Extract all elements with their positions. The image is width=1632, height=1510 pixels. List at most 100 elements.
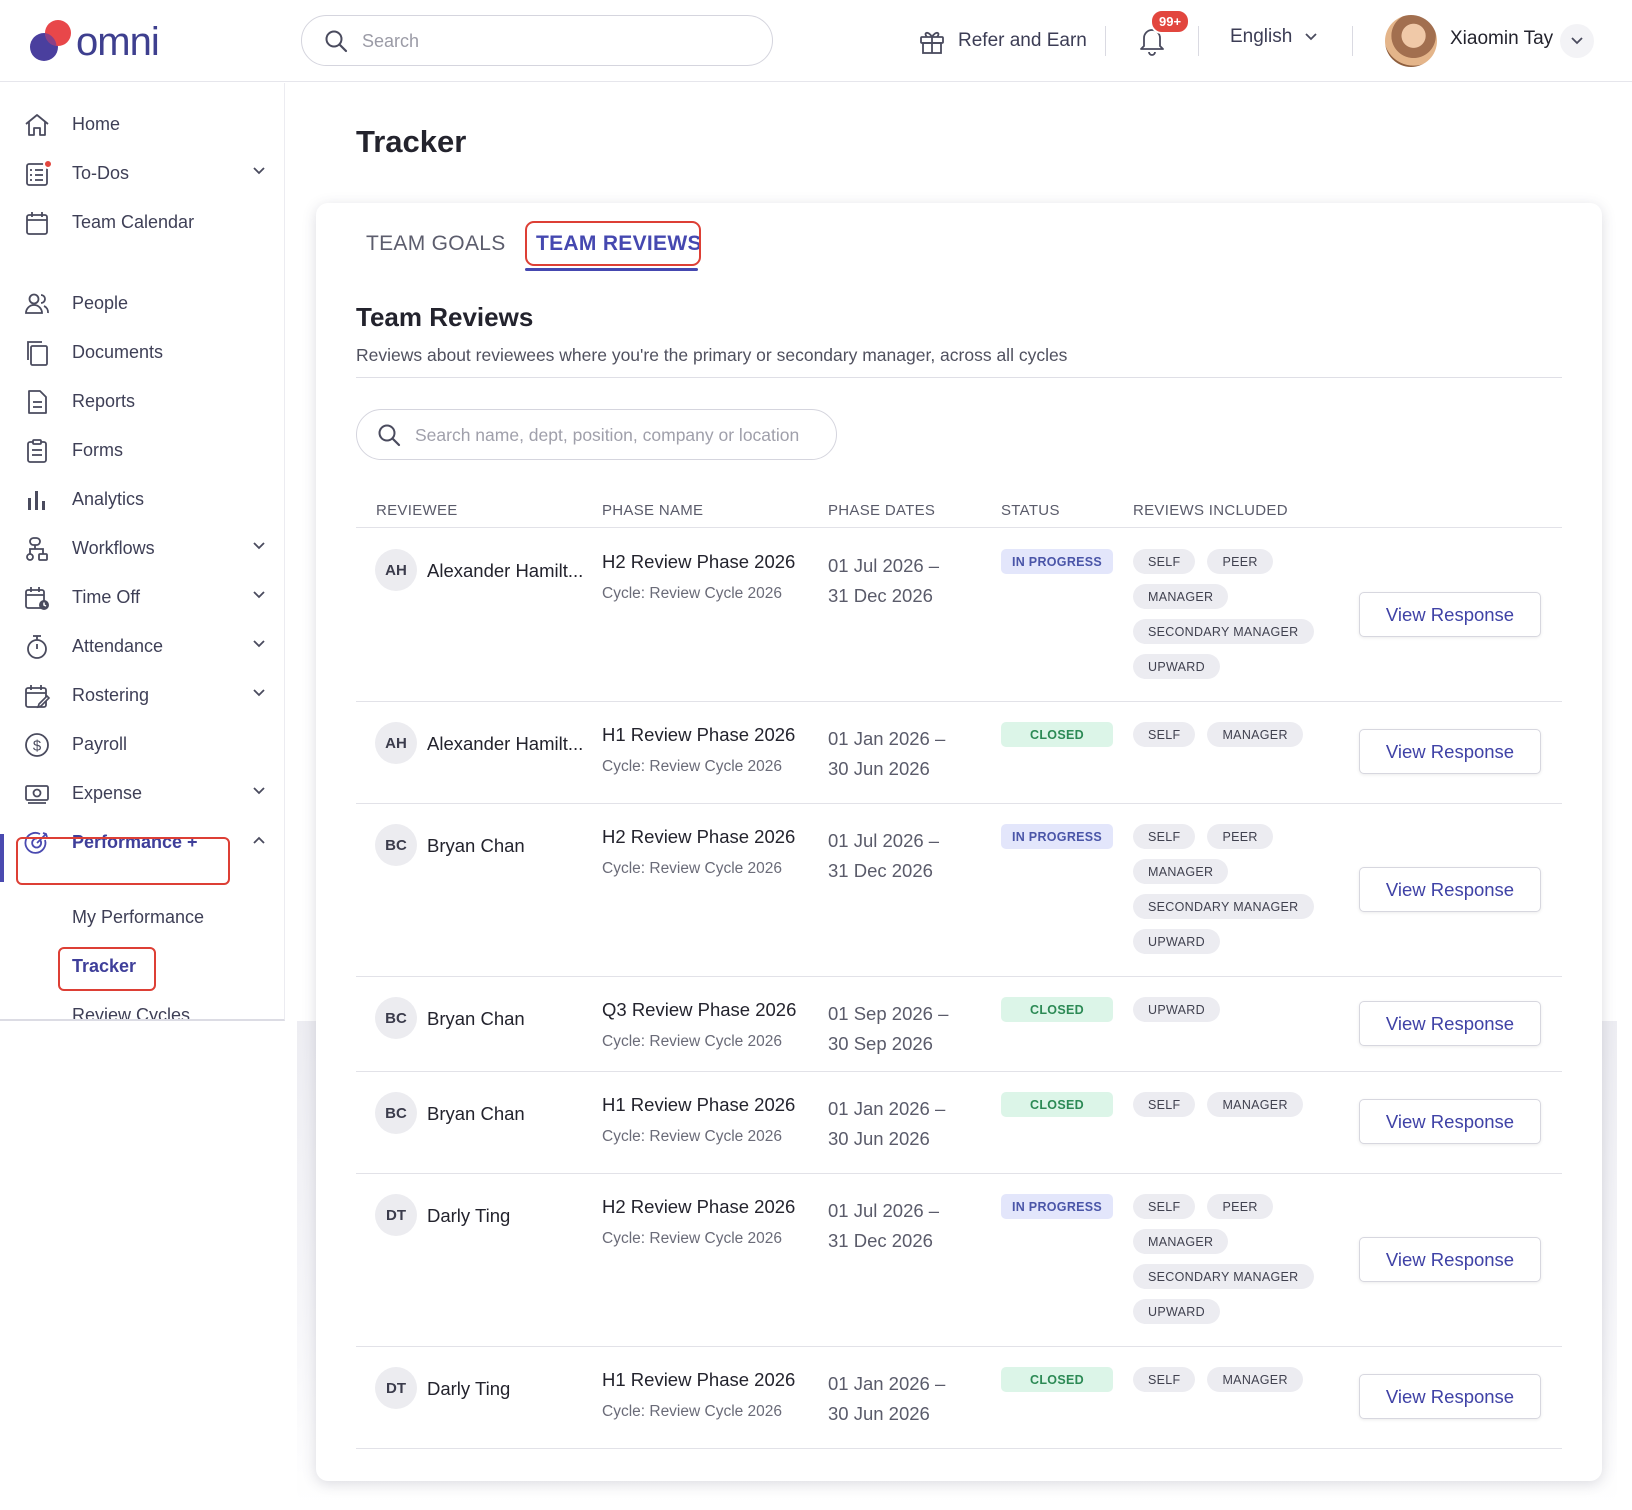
refer-label: Refer and Earn	[958, 30, 1087, 51]
sidebar-subitem-my-performance[interactable]: My Performance	[72, 907, 204, 928]
sidebar-item-label: Team Calendar	[72, 212, 195, 232]
reviewee-name: Darly Ting	[427, 1205, 511, 1226]
reviewee-name: Bryan Chan	[427, 835, 525, 856]
cycle-name: Cycle: Review Cycle 2026	[602, 860, 783, 877]
sidebar-item-reports[interactable]: Reports	[0, 378, 284, 424]
phase-end-date: 30 Jun 2026	[828, 1403, 930, 1424]
sidebar-item-attendance[interactable]: Attendance	[0, 623, 284, 669]
reviewee-avatar: DT	[375, 1194, 417, 1236]
reviewee-search-input[interactable]	[415, 422, 815, 448]
review-type-tag: UPWARD	[1133, 997, 1220, 1022]
sidebar-item-home[interactable]: Home	[0, 101, 284, 147]
sidebar-item-label: Workflows	[72, 538, 155, 558]
sidebar-item-forms[interactable]: Forms	[0, 427, 284, 473]
review-type-tag: MANAGER	[1207, 1367, 1303, 1392]
reviews-included-tags: SELF MANAGER	[1133, 722, 1333, 747]
refer-and-earn-button[interactable]: Refer and Earn	[918, 24, 1087, 58]
status-badge: CLOSED	[1001, 1367, 1113, 1392]
cycle-name: Cycle: Review Cycle 2026	[602, 758, 783, 775]
cycle-name: Cycle: Review Cycle 2026	[602, 1230, 783, 1247]
phase-name: H2 Review Phase 2026	[602, 826, 796, 847]
reviewee-name: Darly Ting	[427, 1378, 511, 1399]
highlight-team-reviews-tab	[525, 221, 701, 266]
review-type-tag: SELF	[1133, 1194, 1196, 1219]
phase-name: Q3 Review Phase 2026	[602, 999, 797, 1020]
calendar-clock-icon	[25, 587, 49, 610]
user-menu-toggle[interactable]	[1560, 24, 1594, 58]
chevron-down-icon	[253, 787, 265, 795]
sidebar-item-label: Forms	[72, 440, 123, 460]
sidebar-item-label: To-Dos	[72, 163, 130, 183]
sidebar-subitem-review-cycles[interactable]: Review Cycles	[72, 1005, 190, 1019]
sidebar-item-time-off[interactable]: Time Off	[0, 574, 284, 620]
notification-count-badge: 99+	[1150, 9, 1191, 34]
review-type-tag: SECONDARY MANAGER	[1133, 894, 1314, 919]
review-type-tag: UPWARD	[1133, 929, 1220, 954]
tab-team-goals[interactable]: TEAM GOALS	[366, 232, 506, 256]
view-response-button[interactable]: View Response	[1359, 1001, 1541, 1046]
reviewee-avatar: BC	[375, 824, 417, 866]
view-response-button[interactable]: View Response	[1359, 1237, 1541, 1282]
review-type-tag: MANAGER	[1133, 859, 1229, 884]
status-badge: IN PROGRESS	[1001, 824, 1113, 849]
row-divider	[356, 1448, 1562, 1449]
sidebar-item-analytics[interactable]: Analytics	[0, 476, 284, 522]
column-header-phase-name: PHASE NAME	[602, 502, 704, 519]
sidebar-item-label: Reports	[72, 391, 136, 411]
user-avatar[interactable]	[1385, 15, 1437, 67]
review-type-tag: SELF	[1133, 722, 1196, 747]
reviews-included-tags: SELF PEER MANAGER SECONDARY MANAGER UPWARD	[1133, 549, 1333, 679]
reviewee-search[interactable]	[356, 409, 837, 460]
omni-logo[interactable]: omni	[28, 18, 178, 64]
sidebar-item-rostering[interactable]: Rostering	[0, 672, 284, 718]
status-badge: CLOSED	[1001, 997, 1113, 1022]
review-type-tag: MANAGER	[1133, 1229, 1229, 1254]
sidebar-item-payroll[interactable]: $ Payroll	[0, 721, 284, 767]
phase-start-date: 01 Jul 2026 –	[828, 830, 940, 851]
documents-icon	[27, 341, 48, 366]
review-type-tag: UPWARD	[1133, 1299, 1220, 1324]
view-response-button[interactable]: View Response	[1359, 592, 1541, 637]
workflow-icon	[26, 537, 48, 561]
view-response-button[interactable]: View Response	[1359, 729, 1541, 774]
view-response-button[interactable]: View Response	[1359, 1374, 1541, 1419]
phase-name: H2 Review Phase 2026	[602, 1196, 796, 1217]
reviewee-avatar: DT	[375, 1367, 417, 1409]
reviews-included-tags: SELF MANAGER	[1133, 1367, 1333, 1392]
reviews-included-tags: SELF PEER MANAGER SECONDARY MANAGER UPWARD	[1133, 824, 1333, 954]
review-type-tag: PEER	[1207, 824, 1273, 849]
chevron-down-icon	[253, 640, 265, 648]
section-divider	[356, 377, 1562, 378]
sidebar-item-todos[interactable]: To-Dos	[0, 150, 284, 196]
chevron-down-icon	[253, 167, 265, 175]
sidebar-item-documents[interactable]: Documents	[0, 329, 284, 375]
sidebar-item-team-calendar[interactable]: Team Calendar	[0, 199, 284, 245]
header-divider	[1198, 26, 1199, 56]
review-type-tag: MANAGER	[1207, 1092, 1303, 1117]
sidebar-item-label: Home	[72, 114, 121, 134]
header-divider	[1105, 26, 1106, 56]
dollar-icon: $	[25, 733, 49, 757]
section-description: Reviews about reviewees where you're the…	[356, 345, 1068, 365]
phase-end-date: 31 Dec 2026	[828, 860, 933, 881]
phase-start-date: 01 Jul 2026 –	[828, 555, 940, 576]
phase-dates: 01 Jan 2026 – 30 Jun 2026	[828, 724, 945, 784]
status-badge: CLOSED	[1001, 722, 1113, 747]
global-search[interactable]	[301, 15, 773, 66]
active-tab-underline	[525, 268, 698, 271]
brand-name: omni	[76, 20, 160, 64]
view-response-button[interactable]: View Response	[1359, 867, 1541, 912]
view-response-button[interactable]: View Response	[1359, 1099, 1541, 1144]
sidebar-item-people[interactable]: People	[0, 280, 284, 326]
home-icon	[25, 114, 49, 136]
global-search-input[interactable]	[362, 28, 742, 54]
phase-dates: 01 Jul 2026 – 31 Dec 2026	[828, 551, 939, 611]
language-selector[interactable]: English	[1230, 26, 1318, 48]
sidebar-item-label: Expense	[72, 783, 143, 803]
sidebar-item-workflows[interactable]: Workflows	[0, 525, 284, 571]
phase-dates: 01 Jan 2026 – 30 Jun 2026	[828, 1094, 945, 1154]
phase-end-date: 30 Jun 2026	[828, 758, 930, 779]
sidebar-item-expense[interactable]: Expense	[0, 770, 284, 816]
status-badge: IN PROGRESS	[1001, 549, 1113, 574]
report-icon	[28, 390, 47, 414]
